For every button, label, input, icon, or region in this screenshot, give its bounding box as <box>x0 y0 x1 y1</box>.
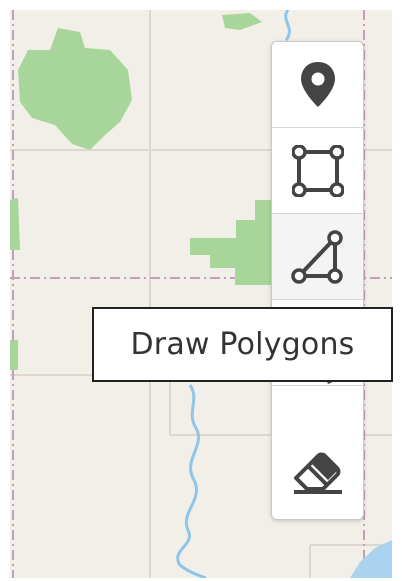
map-pin-icon <box>300 61 335 107</box>
polygon-tool-button[interactable] <box>272 214 363 300</box>
erase-tool-button[interactable] <box>272 429 363 515</box>
polygon-icon <box>290 229 343 284</box>
marker-tool-button[interactable] <box>272 42 363 128</box>
rectangle-icon <box>291 144 344 197</box>
eraser-icon <box>293 452 342 494</box>
rectangle-tool-button[interactable] <box>272 128 363 214</box>
tool-tooltip: Draw Polygons <box>92 307 393 382</box>
draw-toolbar <box>271 41 364 520</box>
